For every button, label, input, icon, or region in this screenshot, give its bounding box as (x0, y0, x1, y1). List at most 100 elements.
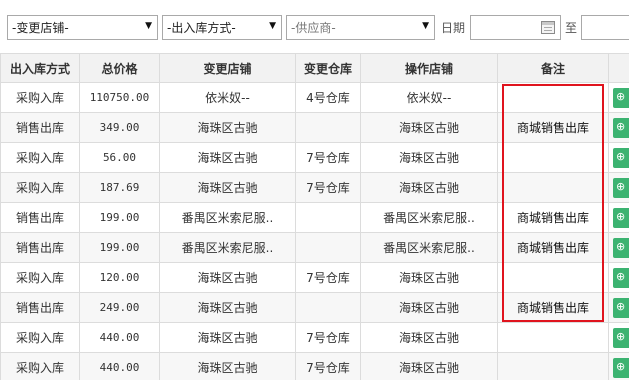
view-detail-icon[interactable] (613, 207, 629, 228)
remark-cell (497, 322, 609, 353)
operating-store-cell: 海珠区古驰 (360, 112, 498, 143)
io-type-select-value: -出入库方式- (167, 21, 236, 35)
view-detail-icon[interactable] (613, 87, 629, 108)
io-type-cell: 销售出库 (0, 112, 80, 143)
change-warehouse-cell: 7号仓库 (295, 322, 361, 353)
total-price-cell: 199.00 (79, 232, 160, 263)
operating-store-cell: 海珠区古驰 (360, 352, 498, 380)
view-detail-icon[interactable] (613, 117, 629, 138)
change-warehouse-cell (295, 202, 361, 233)
action-cell (608, 202, 629, 233)
table-row[interactable]: 销售出库 199.00 番禺区米索尼服.. 番禺区米索尼服.. 商城销售出库 (0, 202, 629, 233)
change-warehouse-cell: 7号仓库 (295, 142, 361, 173)
view-detail-icon[interactable] (613, 237, 629, 258)
io-type-cell: 采购入库 (0, 322, 80, 353)
view-detail-icon[interactable] (613, 147, 629, 168)
change-warehouse-cell: 7号仓库 (295, 262, 361, 293)
table-row[interactable]: 销售出库 249.00 海珠区古驰 海珠区古驰 商城销售出库 (0, 292, 629, 323)
table-header-row: 出入库方式 总价格 变更店铺 变更仓库 操作店铺 备注 (0, 53, 629, 83)
start-date-input[interactable] (470, 15, 561, 40)
remark-cell (497, 172, 609, 203)
change-warehouse-cell (295, 112, 361, 143)
change-store-cell: 海珠区古驰 (159, 262, 296, 293)
remark-cell (497, 352, 609, 380)
table-row[interactable]: 采购入库 110750.00 依米奴-- 4号仓库 依米奴-- (0, 82, 629, 113)
operating-store-cell: 海珠区古驰 (360, 322, 498, 353)
action-cell (608, 142, 629, 173)
action-cell (608, 112, 629, 143)
total-price-cell: 349.00 (79, 112, 160, 143)
action-cell (608, 322, 629, 353)
table-row[interactable]: 采购入库 440.00 海珠区古驰 7号仓库 海珠区古驰 (0, 352, 629, 380)
view-detail-icon[interactable] (613, 267, 629, 288)
filter-bar: -变更店铺- ▼ -出入库方式- ▼ -供应商- ▼ 日期 至 (0, 0, 629, 52)
dropdown-arrow-icon: ▼ (145, 21, 152, 31)
total-price-cell: 249.00 (79, 292, 160, 323)
view-detail-icon[interactable] (613, 357, 629, 378)
table-row[interactable]: 采购入库 440.00 海珠区古驰 7号仓库 海珠区古驰 (0, 322, 629, 353)
change-store-cell: 依米奴-- (159, 82, 296, 113)
io-type-cell: 采购入库 (0, 352, 80, 380)
change-store-cell: 番禺区米索尼服.. (159, 232, 296, 263)
dropdown-arrow-icon: ▼ (269, 21, 276, 31)
action-cell (608, 352, 629, 380)
remark-cell (497, 142, 609, 173)
change-store-cell: 番禺区米索尼服.. (159, 202, 296, 233)
io-type-cell: 采购入库 (0, 142, 80, 173)
change-store-cell: 海珠区古驰 (159, 352, 296, 380)
store-select[interactable]: -变更店铺- ▼ (7, 15, 158, 40)
store-select-value: -变更店铺- (12, 21, 69, 35)
table-row[interactable]: 销售出库 349.00 海珠区古驰 海珠区古驰 商城销售出库 (0, 112, 629, 143)
header-remark: 备注 (497, 53, 609, 83)
io-type-cell: 销售出库 (0, 202, 80, 233)
operating-store-cell: 依米奴-- (360, 82, 498, 113)
action-cell (608, 292, 629, 323)
operating-store-cell: 海珠区古驰 (360, 172, 498, 203)
operating-store-cell: 海珠区古驰 (360, 142, 498, 173)
total-price-cell: 120.00 (79, 262, 160, 293)
header-io-type: 出入库方式 (0, 53, 80, 83)
action-cell (608, 172, 629, 203)
change-store-cell: 海珠区古驰 (159, 142, 296, 173)
to-label: 至 (565, 21, 578, 35)
operating-store-cell: 海珠区古驰 (360, 262, 498, 293)
supplier-select[interactable]: -供应商- ▼ (286, 15, 435, 40)
calendar-icon[interactable] (541, 21, 555, 34)
change-warehouse-cell: 7号仓库 (295, 352, 361, 380)
io-type-select[interactable]: -出入库方式- ▼ (162, 15, 282, 40)
view-detail-icon[interactable] (613, 327, 629, 348)
change-warehouse-cell: 7号仓库 (295, 172, 361, 203)
supplier-select-value: -供应商- (291, 21, 336, 35)
change-store-cell: 海珠区古驰 (159, 112, 296, 143)
view-detail-icon[interactable] (613, 177, 629, 198)
inventory-table: 出入库方式 总价格 变更店铺 变更仓库 操作店铺 备注 采购入库 110750.0… (0, 53, 629, 380)
change-warehouse-cell: 4号仓库 (295, 82, 361, 113)
header-change-warehouse: 变更仓库 (295, 53, 361, 83)
total-price-cell: 110750.00 (79, 82, 160, 113)
remark-cell: 商城销售出库 (497, 202, 609, 233)
view-detail-icon[interactable] (613, 297, 629, 318)
io-type-cell: 销售出库 (0, 292, 80, 323)
end-date-input[interactable] (581, 15, 629, 40)
io-type-cell: 采购入库 (0, 172, 80, 203)
operating-store-cell: 海珠区古驰 (360, 292, 498, 323)
remark-cell (497, 262, 609, 293)
total-price-cell: 440.00 (79, 322, 160, 353)
remark-cell: 商城销售出库 (497, 232, 609, 263)
total-price-cell: 199.00 (79, 202, 160, 233)
table-row[interactable]: 采购入库 120.00 海珠区古驰 7号仓库 海珠区古驰 (0, 262, 629, 293)
change-warehouse-cell (295, 292, 361, 323)
total-price-cell: 56.00 (79, 142, 160, 173)
action-cell (608, 232, 629, 263)
header-change-store: 变更店铺 (159, 53, 296, 83)
operating-store-cell: 番禺区米索尼服.. (360, 202, 498, 233)
table-row[interactable]: 采购入库 56.00 海珠区古驰 7号仓库 海珠区古驰 (0, 142, 629, 173)
table-row[interactable]: 采购入库 187.69 海珠区古驰 7号仓库 海珠区古驰 (0, 172, 629, 203)
io-type-cell: 采购入库 (0, 262, 80, 293)
header-total-price: 总价格 (79, 53, 160, 83)
change-store-cell: 海珠区古驰 (159, 322, 296, 353)
operating-store-cell: 番禺区米索尼服.. (360, 232, 498, 263)
change-warehouse-cell (295, 232, 361, 263)
date-label: 日期 (441, 21, 466, 35)
table-row[interactable]: 销售出库 199.00 番禺区米索尼服.. 番禺区米索尼服.. 商城销售出库 (0, 232, 629, 263)
